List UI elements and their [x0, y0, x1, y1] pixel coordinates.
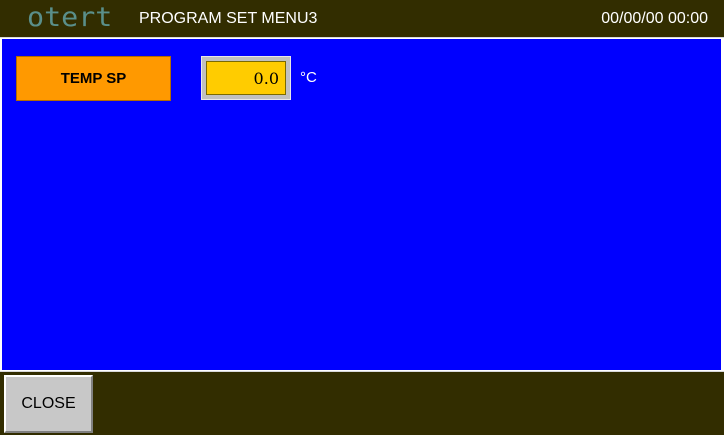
brand-logo: otert: [27, 2, 113, 33]
main-panel: TEMP SP 0.0 °C: [2, 39, 721, 370]
page-title: PROGRAM SET MENU3: [139, 10, 318, 27]
footer-bar: CLOSE: [0, 371, 724, 435]
temp-unit-label: °C: [300, 69, 317, 86]
temp-sp-input-frame[interactable]: 0.0: [201, 56, 291, 100]
header-bar: otert PROGRAM SET MENU3 00/00/00 00:00: [0, 0, 724, 38]
datetime-display: 00/00/00 00:00: [601, 10, 708, 27]
close-button[interactable]: CLOSE: [4, 375, 93, 433]
hmi-screen: otert PROGRAM SET MENU3 00/00/00 00:00 T…: [0, 0, 724, 435]
temp-sp-label: TEMP SP: [16, 56, 171, 101]
temp-sp-value-input[interactable]: 0.0: [206, 61, 286, 95]
